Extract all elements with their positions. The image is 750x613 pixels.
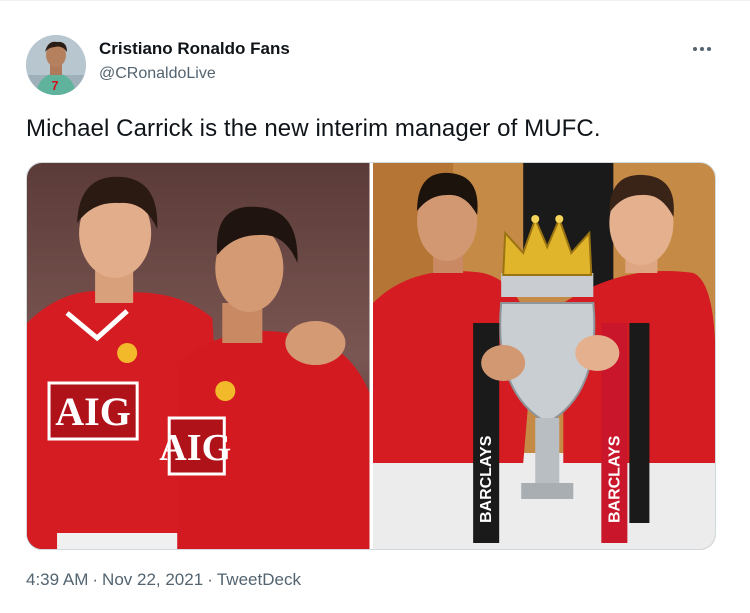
- tweet-text: Michael Carrick is the new interim manag…: [26, 115, 601, 142]
- photo-left[interactable]: AIG AIG: [27, 163, 370, 549]
- tweet-source[interactable]: TweetDeck: [217, 570, 301, 590]
- user-handle[interactable]: @CRonaldoLive: [99, 65, 216, 83]
- avatar-jersey-number: 7: [51, 78, 58, 93]
- avatar-image: 7: [26, 35, 86, 95]
- more-horizontal-icon: [693, 47, 711, 51]
- display-name[interactable]: Cristiano Ronaldo Fans: [99, 39, 290, 59]
- avatar[interactable]: 7: [26, 35, 86, 95]
- ribbon-text-left: BARCLAYS: [478, 435, 495, 523]
- sponsor-aig-left: AIG: [55, 389, 131, 434]
- tweet-metadata: 4:39 AM · Nov 22, 2021 · TweetDeck: [26, 570, 301, 590]
- photo-right[interactable]: BARCLAYS BARCLAYS: [372, 163, 715, 549]
- ribbon-text-right: BARCLAYS: [606, 435, 623, 523]
- tweet-time[interactable]: 4:39 AM: [26, 570, 88, 590]
- media-grid: AIG AIG BARCLAYS BARCLAYS: [26, 162, 716, 550]
- meta-separator: ·: [92, 570, 99, 589]
- tweet-card[interactable]: 7 Cristiano Ronaldo Fans @CRonaldoLive M…: [0, 0, 750, 613]
- tweet-date[interactable]: Nov 22, 2021: [102, 570, 203, 590]
- sponsor-aig-right: AIG: [159, 427, 231, 469]
- more-options-button[interactable]: [690, 39, 714, 59]
- photo-left-image: AIG AIG: [27, 163, 370, 549]
- meta-separator: ·: [207, 570, 213, 589]
- photo-right-image: BARCLAYS BARCLAYS: [372, 163, 715, 549]
